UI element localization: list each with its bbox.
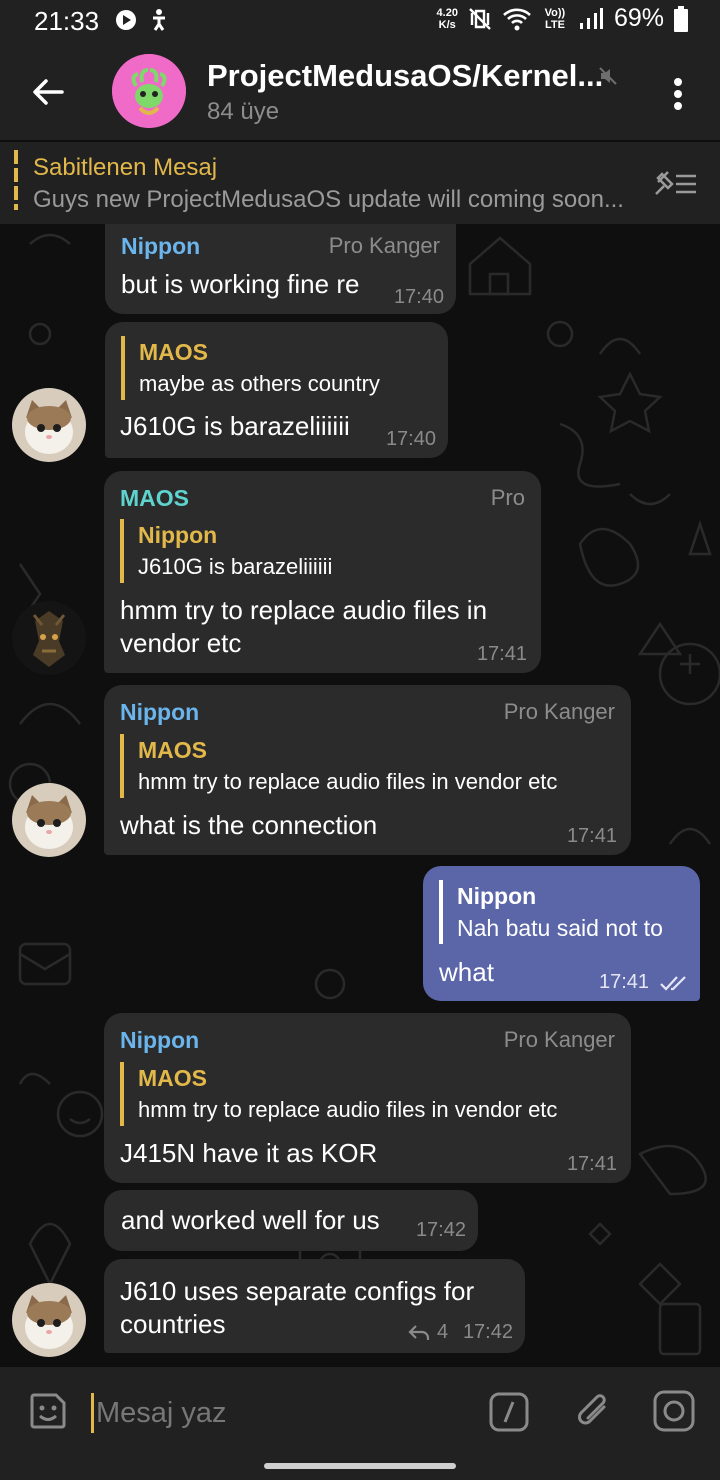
message-time: 17:42	[415, 1219, 466, 1241]
home-indicator[interactable]	[264, 1463, 456, 1469]
message-list[interactable]: Nippon Pro Kanger but is working fine re…	[0, 224, 720, 1367]
medusa-logo-icon	[112, 54, 186, 128]
network-speed: 4.20 K/s	[436, 6, 458, 31]
volte-indicator: Vo)) LTE	[544, 6, 566, 31]
sender-name[interactable]: Nippon	[120, 699, 199, 726]
user-avatar[interactable]	[12, 601, 86, 675]
message-bubble[interactable]: Nippon Pro Kanger but is working fine re…	[105, 224, 456, 314]
battery-icon	[674, 5, 688, 32]
chat-title[interactable]: ProjectMedusaOS/Kernel...	[207, 58, 603, 94]
message-time: 17:40	[385, 428, 436, 450]
message-text: but is working fine re	[121, 269, 360, 299]
message-text: what	[439, 957, 494, 987]
more-options-icon[interactable]	[664, 74, 692, 114]
user-avatar[interactable]	[12, 1283, 86, 1357]
reply-text: hmm try to replace audio files in vendor…	[138, 1097, 558, 1122]
reply-quote[interactable]: MAOS maybe as others country	[121, 336, 380, 400]
cat-avatar-icon	[12, 388, 86, 462]
read-checkmarks-icon	[660, 976, 686, 991]
reply-quote[interactable]: MAOS hmm try to replace audio files in v…	[120, 734, 557, 798]
message-time: 17:41	[476, 643, 527, 665]
sender-role: Pro	[490, 485, 525, 510]
message-bubble[interactable]: and worked well for us 17:42	[104, 1190, 478, 1251]
message-time: 17:42	[462, 1321, 513, 1343]
message-bubble[interactable]: MAOS maybe as others country J610G is ba…	[105, 322, 448, 458]
accessibility-icon	[153, 9, 165, 31]
signal-icon	[579, 7, 603, 29]
reply-author: MAOS	[138, 1065, 207, 1091]
message-text: J610G is barazeliiiiii	[120, 411, 350, 441]
reply-quote[interactable]: Nippon J610G is barazeliiiiii	[120, 519, 332, 583]
reply-author: MAOS	[139, 339, 208, 365]
text-cursor	[91, 1393, 94, 1433]
sender-name[interactable]: MAOS	[120, 485, 189, 512]
reply-text: hmm try to replace audio files in vendor…	[138, 769, 558, 794]
message-text-line2: countries	[120, 1309, 226, 1339]
reply-quote[interactable]: MAOS hmm try to replace audio files in v…	[120, 1062, 557, 1126]
sender-name[interactable]: Nippon	[120, 1027, 199, 1054]
message-bubble[interactable]: Nippon Pro Kanger MAOS hmm try to replac…	[104, 685, 631, 855]
member-count: 84 üye	[207, 98, 280, 125]
message-time: 17:41	[599, 971, 650, 993]
message-text: what is the connection	[120, 810, 378, 840]
reply-quote[interactable]: Nippon Nah batu said not to	[439, 880, 663, 944]
chat-header: ProjectMedusaOS/Kernel... 84 üye	[0, 42, 720, 140]
reply-arrow-icon[interactable]	[408, 1324, 430, 1342]
group-avatar[interactable]	[112, 54, 186, 128]
user-avatar[interactable]	[12, 783, 86, 857]
message-bubble[interactable]: J610 uses separate configs for countries…	[104, 1259, 525, 1353]
muted-icon	[599, 67, 617, 85]
reply-text: maybe as others country	[139, 371, 380, 396]
back-arrow-icon[interactable]	[28, 72, 68, 112]
pinned-label: Sabitlenen Mesaj	[33, 154, 218, 181]
sender-role: Pro Kanger	[328, 233, 440, 258]
cat-avatar-icon	[12, 1283, 86, 1357]
cat-avatar-icon	[12, 783, 86, 857]
mute-vibrate-icon	[469, 7, 491, 30]
sender-role: Pro Kanger	[503, 1027, 615, 1052]
message-input[interactable]	[96, 1393, 456, 1433]
message-text: J415N have it as KOR	[120, 1138, 378, 1168]
message-bubble[interactable]: MAOS Pro Nippon J610G is barazeliiiiii h…	[104, 471, 541, 673]
pinned-text: Guys new ProjectMedusaOS update will com…	[33, 186, 624, 213]
sender-role: Pro Kanger	[503, 699, 615, 724]
message-time: 17:41	[566, 1153, 617, 1175]
reply-text: Nah batu said not to	[457, 915, 663, 941]
attach-paperclip-icon[interactable]	[574, 1389, 614, 1435]
message-bubble[interactable]: Nippon Pro Kanger MAOS hmm try to replac…	[104, 1013, 631, 1183]
message-text-line2: vendor etc	[120, 628, 242, 658]
message-text-line1: hmm try to replace audio files in	[120, 595, 488, 625]
status-time: 21:33	[34, 6, 100, 36]
message-text-line1: J610 uses separate configs for	[120, 1276, 475, 1306]
dark-mask-avatar-icon	[12, 601, 86, 675]
media-notification-icon	[116, 10, 136, 30]
wifi-icon	[503, 8, 531, 30]
message-time: 17:41	[566, 825, 617, 847]
pinned-message-bar[interactable]: Sabitlenen Mesaj Guys new ProjectMedusaO…	[0, 141, 720, 224]
message-text: and worked well for us	[121, 1205, 380, 1235]
reply-count[interactable]: 4	[437, 1321, 448, 1344]
status-bar: 21:33 4.20 K/s Vo)) LTE 69%	[0, 0, 720, 42]
bot-command-icon[interactable]	[488, 1391, 530, 1433]
reply-author: Nippon	[457, 883, 537, 909]
camera-instant-icon[interactable]	[652, 1389, 696, 1433]
emoji-sticker-icon[interactable]	[26, 1389, 70, 1433]
message-composer	[0, 1367, 720, 1459]
system-navigation-bar	[0, 1459, 720, 1480]
battery-percent: 69%	[613, 4, 664, 32]
pinned-indicator	[14, 150, 18, 210]
sender-name[interactable]: Nippon	[121, 233, 200, 260]
status-left-icons	[114, 8, 170, 32]
pinned-list-icon[interactable]	[652, 168, 698, 200]
message-time: 17:40	[393, 286, 444, 308]
user-avatar[interactable]	[12, 388, 86, 462]
reply-text: J610G is barazeliiiiii	[138, 554, 333, 579]
reply-author: Nippon	[138, 522, 218, 548]
status-right-icons: 4.20 K/s Vo)) LTE 69%	[437, 4, 688, 33]
outgoing-message-bubble[interactable]: Nippon Nah batu said not to what 17:41	[423, 866, 700, 1001]
reply-author: MAOS	[138, 737, 207, 763]
